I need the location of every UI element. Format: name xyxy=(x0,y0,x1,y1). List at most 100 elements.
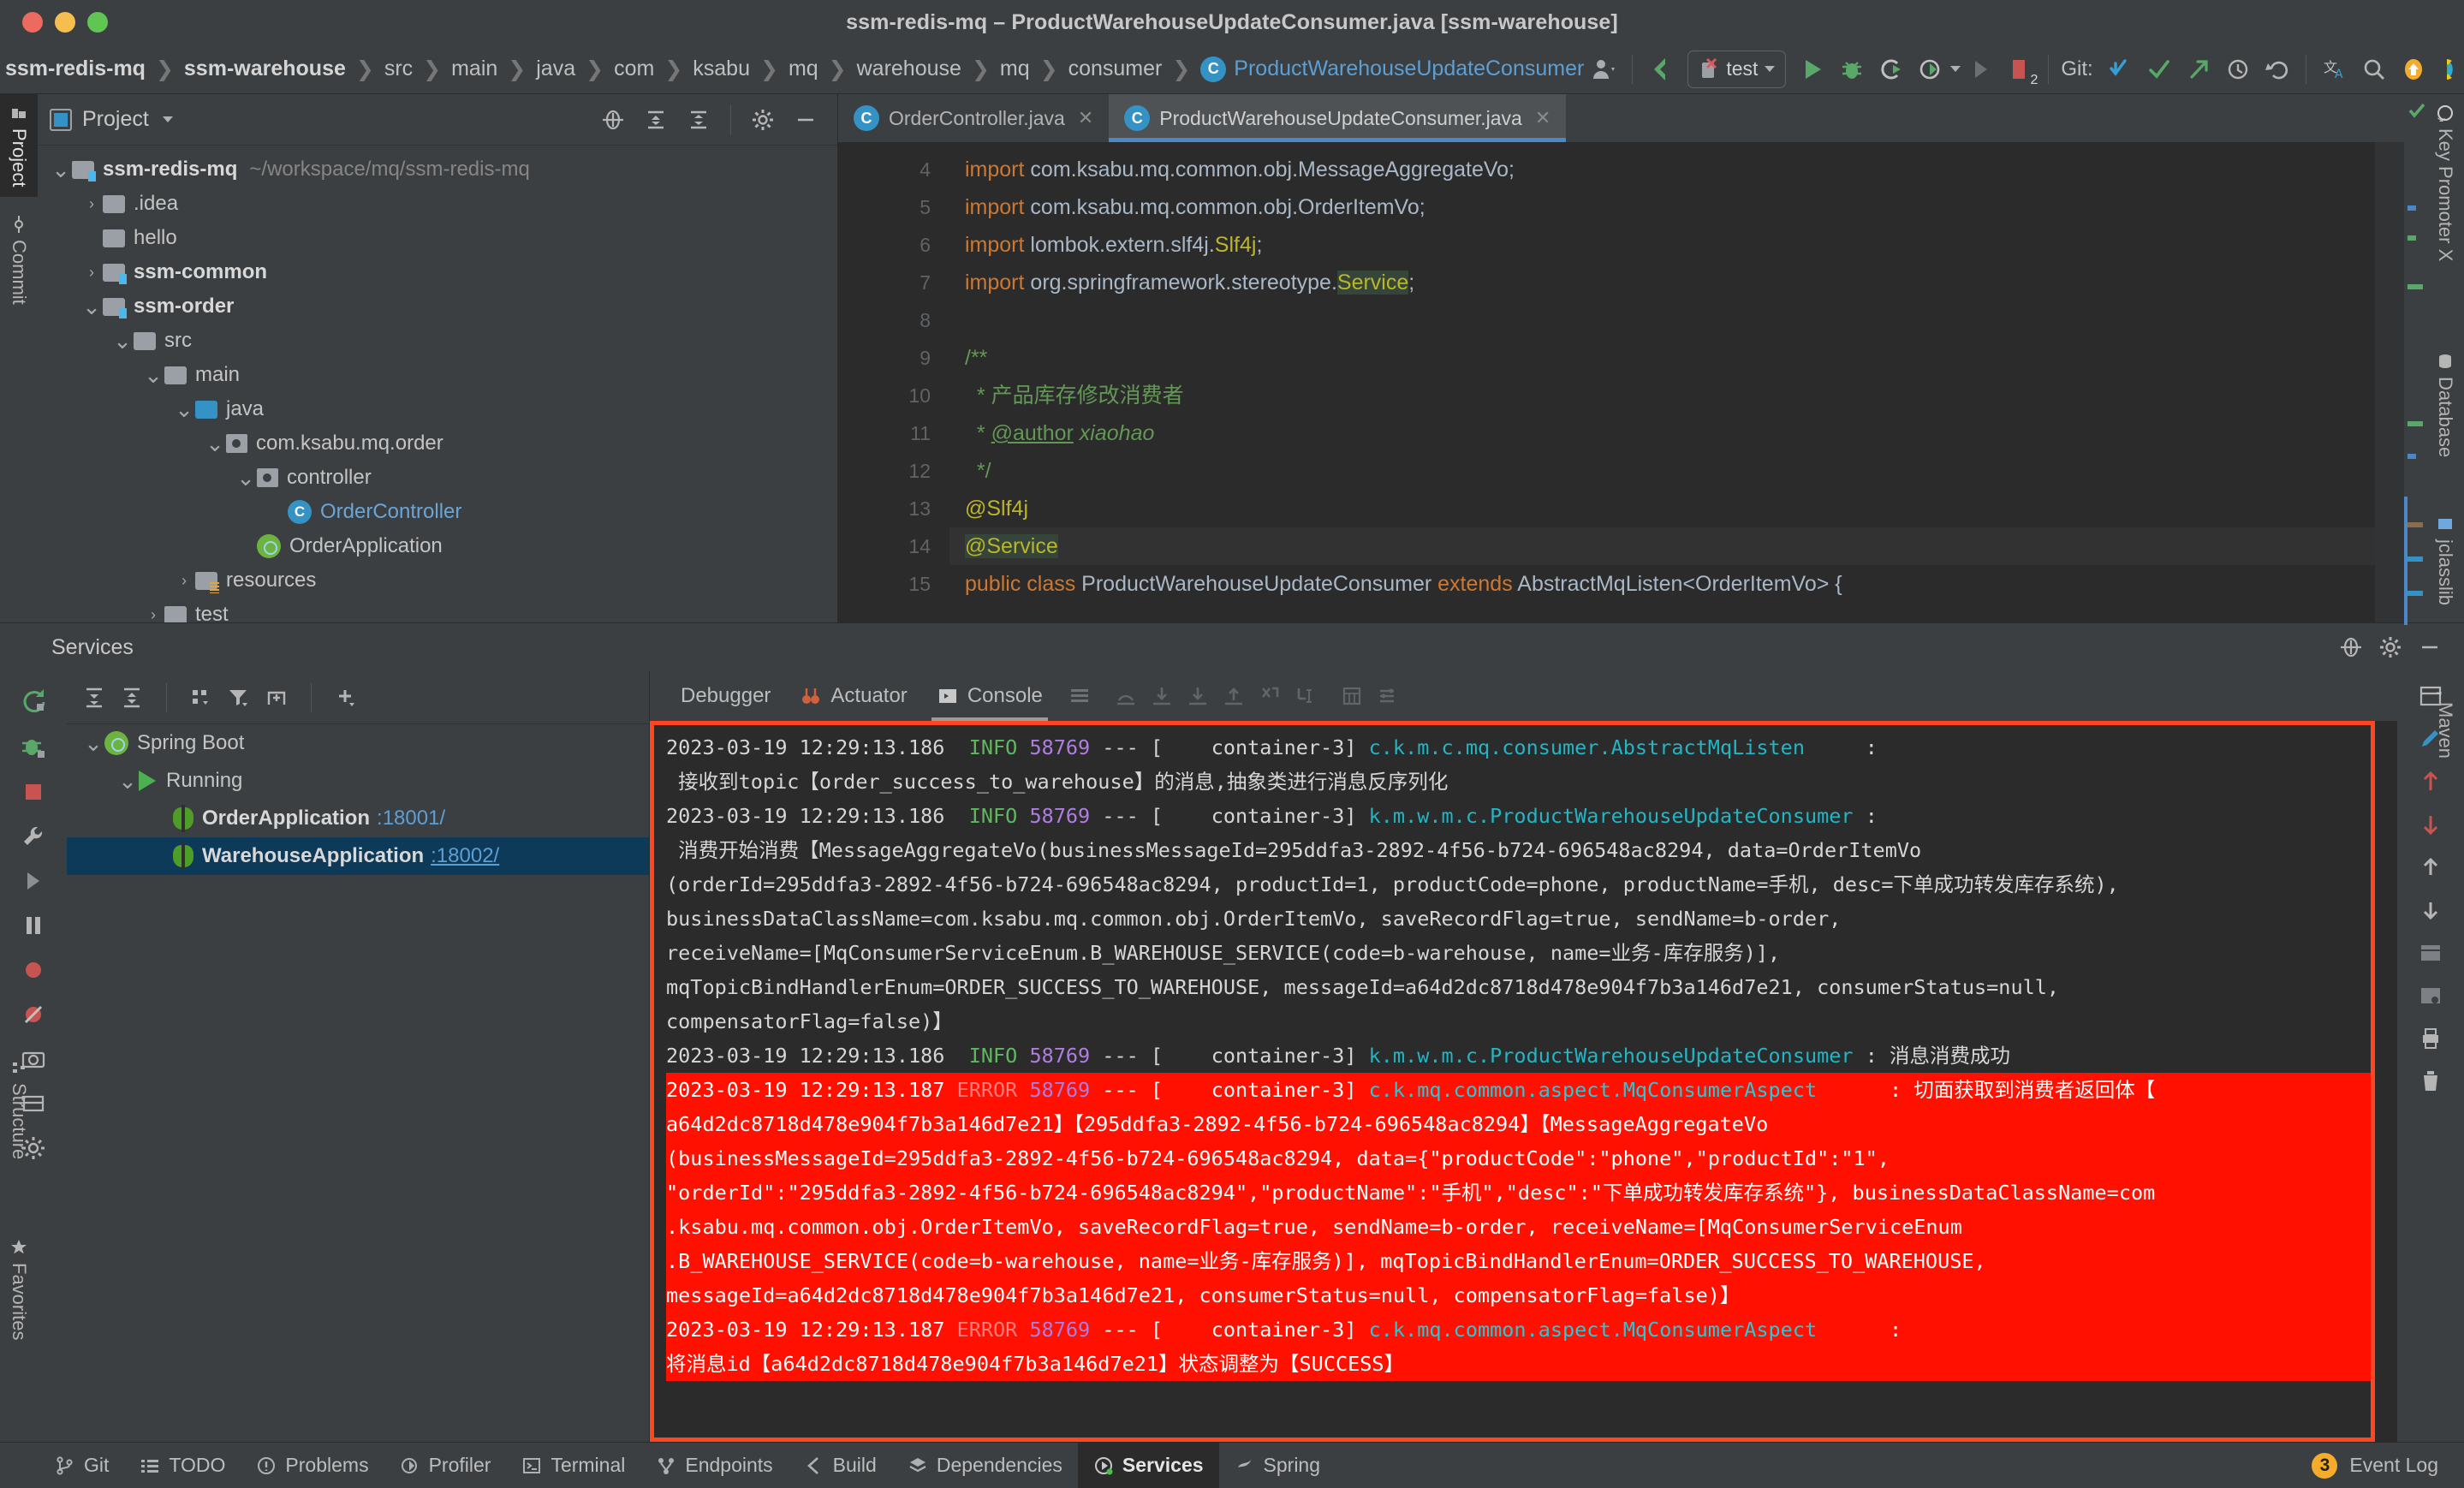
print-icon[interactable] xyxy=(2418,1026,2443,1051)
line-number[interactable]: 8 xyxy=(838,301,949,339)
tree-node--idea[interactable]: › .idea xyxy=(38,187,837,221)
tree-node-main[interactable]: ⌄ main xyxy=(38,358,837,392)
services-locate-icon[interactable] xyxy=(2339,635,2363,659)
log-line-error[interactable]: a64d2dc8718d478e904f7b3a146d7e21】【295ddf… xyxy=(666,1107,2371,1141)
tree-node-ordercontroller[interactable]: C OrderController xyxy=(38,495,837,529)
gear-icon[interactable] xyxy=(743,100,783,140)
add-tab-icon[interactable] xyxy=(265,686,289,710)
translate-icon[interactable]: 文A xyxy=(2315,50,2354,89)
chevron-down-icon[interactable]: ⌄ xyxy=(111,330,134,352)
run-coverage-icon[interactable] xyxy=(1872,50,1911,89)
run-to-cursor-icon[interactable] xyxy=(1294,685,1317,707)
code-editor[interactable]: 4 5 6 7 8 9 10 11 12 13 14 15 import com.ksabu.mq.c… xyxy=(838,142,2404,622)
tool-window-tab-build[interactable]: Build xyxy=(789,1443,892,1488)
chevron-down-icon[interactable]: ⌄ xyxy=(142,364,164,386)
maximize-window-button[interactable] xyxy=(87,12,108,33)
wrap-text-icon[interactable] xyxy=(2418,940,2443,966)
service-port-link[interactable]: :18001/ xyxy=(377,806,445,830)
log-line-info[interactable]: 2023-03-19 12:29:13.186 INFO 58769 --- [… xyxy=(666,1039,2371,1073)
tool-window-tab-terminal[interactable]: Terminal xyxy=(506,1443,640,1488)
sidebar-item-database[interactable]: Database xyxy=(2426,342,2464,467)
code-line[interactable]: import org.springframework.stereotype.Se… xyxy=(949,264,2375,301)
log-line-info[interactable]: 接收到topic【order_success_to_warehouse】的消息,… xyxy=(666,765,2371,799)
rerun-service-icon[interactable] xyxy=(20,687,47,714)
sidebar-item-key-promoter-x[interactable]: X Key Promoter X xyxy=(2426,94,2464,271)
run-configuration-selector[interactable]: test xyxy=(1687,50,1787,88)
tool-window-bar[interactable]: Git TODO Problems Profiler Terminal Endpoints… xyxy=(0,1442,2464,1488)
service-node-running[interactable]: ⌄ Running xyxy=(67,762,649,800)
code-line[interactable]: * @author xiaohao xyxy=(949,414,2375,452)
tree-node-resources[interactable]: › resources xyxy=(38,563,837,598)
tool-window-tab-spring[interactable]: Spring xyxy=(1219,1443,1336,1488)
line-number[interactable]: 13 xyxy=(838,490,949,527)
log-line-error[interactable]: 将消息id【a64d2dc8718d478e904f7b3a146d7e21】状… xyxy=(666,1347,2371,1381)
tool-window-tab-endpoints[interactable]: Endpoints xyxy=(640,1443,788,1488)
tree-node-test[interactable]: › test xyxy=(38,598,837,622)
profiler-icon[interactable] xyxy=(1911,50,1950,89)
breadcrumb-item-warehouse[interactable]: warehouse xyxy=(857,57,961,81)
close-icon[interactable]: ✕ xyxy=(1535,107,1550,129)
services-tree[interactable]: ⌄ Spring Boot ⌄ Running OrderApplication:180… xyxy=(67,724,649,875)
log-line-info[interactable]: businessDataClassName=com.ksabu.mq.commo… xyxy=(666,902,2371,936)
breadcrumb-item-java[interactable]: java xyxy=(536,57,575,81)
code-line[interactable]: public class ProductWarehouseUpdateConsu… xyxy=(949,565,2375,603)
evaluate-icon[interactable] xyxy=(1341,685,1363,707)
git-push-icon[interactable] xyxy=(2179,50,2218,89)
close-window-button[interactable] xyxy=(22,12,43,33)
code-line[interactable]: /** xyxy=(949,339,2375,377)
breadcrumb-item-com[interactable]: com xyxy=(614,57,654,81)
sidebar-item-maven[interactable]: m Maven xyxy=(2426,668,2464,769)
rollback-icon[interactable] xyxy=(2258,50,2297,89)
hide-panel-icon[interactable] xyxy=(786,100,825,140)
sidebar-item-jclasslib[interactable]: jclasslib xyxy=(2426,505,2464,616)
tree-node-java[interactable]: ⌄ java xyxy=(38,392,837,426)
group-by-icon[interactable] xyxy=(189,686,213,710)
project-view-chevron-icon[interactable] xyxy=(162,116,173,122)
chevron-down-icon[interactable]: ⌄ xyxy=(173,398,195,420)
tool-window-tab-todo[interactable]: TODO xyxy=(124,1443,241,1488)
step-over-icon[interactable] xyxy=(1115,685,1137,707)
sidebar-item-project[interactable]: Project xyxy=(0,94,38,198)
line-number[interactable]: 5 xyxy=(838,188,949,226)
tree-node-com-ksabu-mq-order[interactable]: ⌄ com.ksabu.mq.order xyxy=(38,426,837,461)
debug-service-icon[interactable] xyxy=(20,733,47,760)
tool-window-tab-problems[interactable]: Problems xyxy=(241,1443,384,1488)
chevron-down-icon[interactable]: ⌄ xyxy=(235,467,257,489)
tree-node-ssm-common[interactable]: › ssm-common xyxy=(38,255,837,289)
console-tab-actuator[interactable]: Actuator xyxy=(788,671,919,721)
prev-occurrence-icon[interactable] xyxy=(2418,854,2443,880)
breadcrumb-item-ssm-redis-mq[interactable]: ssm-redis-mq xyxy=(5,57,146,81)
collapse-all-icon[interactable] xyxy=(679,100,718,140)
log-line-error[interactable]: "orderId":"295ddfa3-2892-4f56-b724-69654… xyxy=(666,1176,2371,1210)
settings-wrench-icon[interactable] xyxy=(21,824,46,849)
step-out-icon[interactable] xyxy=(1223,685,1245,707)
stop-service-icon[interactable] xyxy=(21,779,46,805)
chevron-right-icon[interactable]: › xyxy=(173,572,195,590)
editor-gutter[interactable]: 4 5 6 7 8 9 10 11 12 13 14 15 xyxy=(838,142,949,622)
code-line[interactable]: import com.ksabu.mq.common.obj.OrderItem… xyxy=(949,188,2375,226)
code-line[interactable]: import com.ksabu.mq.common.obj.MessageAg… xyxy=(949,151,2375,188)
editor-text[interactable]: import com.ksabu.mq.common.obj.MessageAg… xyxy=(949,142,2375,622)
scroll-up-icon[interactable] xyxy=(2418,769,2443,795)
ide-feature-icon[interactable] xyxy=(2433,50,2464,89)
line-number[interactable]: 11 xyxy=(838,414,949,452)
line-number[interactable]: 15 xyxy=(838,565,949,603)
log-line-error[interactable]: (businessMessageId=295ddfa3-2892-4f56-b7… xyxy=(666,1141,2371,1176)
run-icon[interactable] xyxy=(1793,50,1832,89)
services-settings-icon[interactable] xyxy=(2378,635,2402,659)
sidebar-item-structure[interactable]: Structure xyxy=(0,1049,38,1170)
breadcrumb-item-src[interactable]: src xyxy=(384,57,413,81)
chevron-down-icon[interactable]: ⌄ xyxy=(82,732,104,754)
log-line-info[interactable]: compensatorFlag=false)】 xyxy=(666,1004,2371,1039)
tool-window-tab-services[interactable]: Services xyxy=(1077,1442,1219,1488)
add-service-icon[interactable] xyxy=(334,686,358,710)
console-tab-console[interactable]: Console xyxy=(925,671,1055,721)
tree-node-controller[interactable]: ⌄ controller xyxy=(38,461,837,495)
breadcrumb-item-mq[interactable]: mq xyxy=(1000,57,1030,81)
event-log-area[interactable]: 3 Event Log xyxy=(2312,1452,2464,1479)
line-number[interactable]: 6 xyxy=(838,226,949,264)
chevron-down-icon[interactable] xyxy=(1765,66,1776,72)
code-line[interactable]: @Slf4j xyxy=(949,490,2375,527)
chevron-down-icon[interactable]: ⌄ xyxy=(116,770,139,792)
log-line-info[interactable]: receiveName=[MqConsumerServiceEnum.B_WAR… xyxy=(666,936,2371,970)
